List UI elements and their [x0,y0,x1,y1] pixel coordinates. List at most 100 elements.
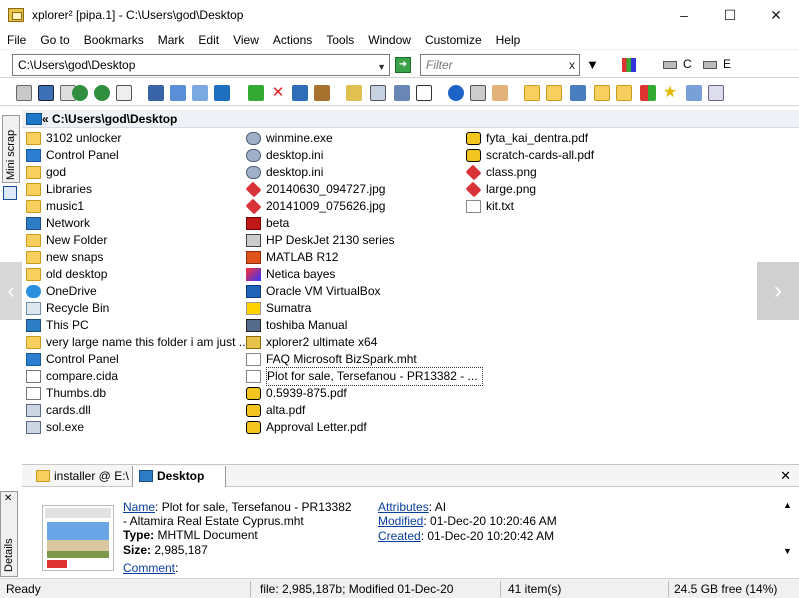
list-item[interactable]: 20140630_094727.jpg [245,181,385,198]
tree-icon[interactable] [416,85,432,101]
back-icon[interactable] [72,85,88,101]
list-item[interactable]: FAQ Microsoft BizSpark.mht [246,351,417,368]
list-item[interactable]: desktop.ini [246,164,323,181]
window-icon[interactable] [192,85,208,101]
drive-c-button[interactable]: C [663,57,692,71]
properties-icon[interactable] [292,85,308,101]
list-item[interactable]: This PC [26,317,89,334]
mini-scrap-icon[interactable] [3,186,17,200]
menu-edit[interactable]: Edit [191,30,226,50]
tab-installer[interactable]: installer @ E:\ [30,466,130,487]
list-item[interactable]: 20141009_075626.jpg [245,198,385,215]
list-item[interactable]: Netica bayes [246,266,335,283]
filter-clear-button[interactable]: x [569,55,575,75]
list-item[interactable]: Sumatra [246,300,311,317]
address-input[interactable]: C:\Users\god\Desktop ▼ [12,54,390,76]
edit-icon[interactable] [170,85,186,101]
list-item[interactable]: OneDrive [26,283,97,300]
menu-view[interactable]: View [226,30,266,50]
list-item[interactable]: kit.txt [466,198,514,215]
filter-input[interactable]: Filter x [420,54,580,76]
menu-actions[interactable]: Actions [266,30,319,50]
list-item[interactable]: compare.cida [26,368,118,385]
list-item[interactable]: music1 [26,198,84,215]
mini-scrap-tab[interactable]: Mini scrap [2,115,20,183]
list-item-selected[interactable]: Plot for sale, Tersefanou - PR13382 - ..… [246,367,483,386]
list-item[interactable]: MATLAB R12 [246,249,338,266]
list-item[interactable]: 3102 unlocker [26,130,121,147]
name-label-link[interactable]: Name [123,500,155,514]
list-item[interactable]: cards.dll [26,402,91,419]
folder-icon[interactable] [594,85,610,101]
next-arrow-button[interactable]: › [757,262,799,320]
screen-icon[interactable] [686,85,702,101]
minimize-button[interactable]: – [661,0,707,30]
list-item[interactable]: toshiba Manual [246,317,347,334]
list-item[interactable]: Thumbs.db [26,385,106,402]
menu-bookmarks[interactable]: Bookmarks [77,30,151,50]
image-icon[interactable] [708,85,724,101]
view-mode-icon[interactable] [394,85,410,101]
monitor-icon[interactable] [38,85,54,101]
list-item[interactable]: beta [246,215,289,232]
menu-mark[interactable]: Mark [151,30,192,50]
xplorer-app-icon[interactable] [8,8,24,22]
list-item[interactable]: new snaps [26,249,103,266]
list-item[interactable]: New Folder [26,232,107,249]
chevron-down-icon[interactable]: ▼ [377,57,386,77]
comment-label-link[interactable]: Comment [123,561,175,575]
list-item[interactable]: winmine.exe [246,130,333,147]
pack-icon[interactable] [314,85,330,101]
mark-icon[interactable] [640,85,656,101]
delete-icon[interactable]: ✕ [270,85,286,101]
close-tab-button[interactable]: ✕ [780,468,791,484]
maximize-button[interactable]: ☐ [707,0,753,30]
folder-icon[interactable] [546,85,562,101]
modified-label-link[interactable]: Modified [378,514,423,528]
list-item[interactable]: large.png [465,181,536,198]
up-folder-icon[interactable] [116,85,132,101]
folder-icon[interactable] [524,85,540,101]
list-item[interactable]: Network [26,215,90,232]
menu-customize[interactable]: Customize [418,30,489,50]
panel-icon[interactable] [214,85,230,101]
star-icon[interactable]: ★ [662,85,678,101]
keyboard-icon[interactable] [16,85,32,101]
list-item[interactable]: old desktop [26,266,107,283]
menu-help[interactable]: Help [489,30,528,50]
attributes-label-link[interactable]: Attributes [378,500,429,514]
list-item[interactable]: Control Panel [26,147,119,164]
help-icon[interactable] [448,85,464,101]
close-button[interactable]: ✕ [753,0,799,30]
list-item[interactable]: 0.5939-875.pdf [246,385,347,402]
list-item[interactable]: desktop.ini [246,147,323,164]
forward-icon[interactable] [94,85,110,101]
list-item[interactable]: Oracle VM VirtualBox [246,283,381,300]
menu-tools[interactable]: Tools [319,30,361,50]
list-icon[interactable] [570,85,586,101]
list-item[interactable]: alta.pdf [246,402,305,419]
scroll-up-icon[interactable]: ▲ [783,500,792,510]
list-item[interactable]: Libraries [26,181,92,198]
thumbs-up-icon[interactable] [492,85,508,101]
list-item[interactable]: god [26,164,66,181]
tab-desktop[interactable]: Desktop [132,466,226,487]
list-item[interactable]: fyta_kai_dentra.pdf [466,130,588,147]
pin-icon[interactable]: ✕ [4,493,12,504]
menu-file[interactable]: File [0,30,33,50]
colored-grid-icon[interactable] [622,58,636,72]
list-item[interactable]: scratch-cards-all.pdf [466,147,594,164]
list-item[interactable]: xplorer2 ultimate x64 [246,334,377,351]
created-label-link[interactable]: Created [378,529,421,543]
drive-e-button[interactable]: E [703,57,731,71]
filter-funnel-icon[interactable]: ▼ [586,57,599,72]
menu-go-to[interactable]: Go to [33,30,76,50]
mail-icon[interactable] [470,85,486,101]
list-item[interactable]: class.png [465,164,537,181]
list-item[interactable]: sol.exe [26,419,84,436]
previous-arrow-button[interactable]: ‹ [0,262,22,320]
go-arrow-icon[interactable]: ➜ [395,57,411,73]
rename-icon[interactable] [370,85,386,101]
list-item[interactable]: Recycle Bin [26,300,109,317]
scroll-down-icon[interactable]: ▼ [783,546,792,556]
